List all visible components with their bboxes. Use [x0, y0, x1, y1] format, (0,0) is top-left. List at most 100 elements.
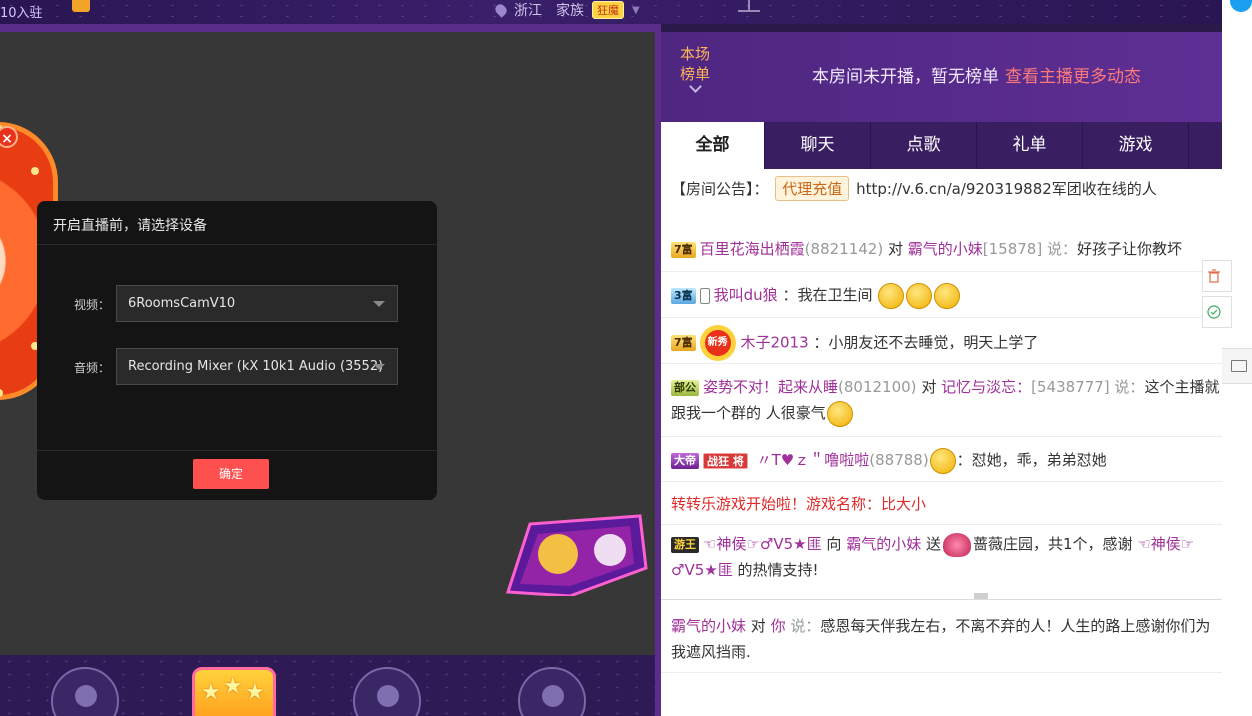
emperor-badge: 大帝: [671, 452, 699, 469]
sends-text: 送: [925, 535, 941, 553]
chat-tabs: 全部 聊天 点歌 礼单 游戏: [661, 122, 1222, 169]
message-divider: [661, 271, 1222, 272]
target-name[interactable]: 你: [771, 617, 786, 635]
mic-seats-bar: ★ ★ ★: [0, 655, 655, 716]
game-king-badge: 游王: [671, 536, 699, 553]
rank-message: 本房间未开播，暂无榜单 查看主播更多动态: [812, 62, 1141, 87]
folder-icon: [1231, 360, 1247, 372]
message-text: ：我在卫生间: [782, 286, 873, 304]
tab-gift-list[interactable]: 礼单: [977, 122, 1083, 169]
video-device-value: 6RoomsCamV10: [128, 296, 236, 311]
message-divider: [661, 436, 1222, 437]
battle-badge: 战狂 将: [703, 452, 748, 469]
tab-games[interactable]: 游戏: [1083, 122, 1189, 169]
folder-button[interactable]: [1222, 348, 1252, 384]
antenna-icon: [738, 0, 760, 12]
avatar-icon: [377, 685, 399, 707]
user-name[interactable]: 姿势不对！起来从睡: [703, 378, 838, 396]
says-text: 说：: [1114, 378, 1145, 396]
star-icon: ★: [245, 680, 265, 705]
to-text: 对: [887, 240, 903, 258]
avatar-icon: [542, 685, 564, 707]
side-toolbar: [1202, 0, 1252, 716]
newbie-badge-icon: 新秀: [699, 325, 736, 361]
gift-text: 蔷薇庄园，共1个，感谢: [973, 535, 1133, 553]
wheel-light-icon: [31, 167, 39, 175]
user-id: (8821142): [804, 240, 884, 258]
chat-message: 7富 新秀 木子2013 ：小朋友还不去睡觉，明天上学了: [671, 325, 1222, 361]
audio-label: 音频：: [74, 361, 111, 375]
to-text: 对: [921, 378, 937, 396]
grin-emoji-icon: [826, 400, 853, 427]
target-id: [5438777]: [1031, 378, 1110, 396]
audio-device-row: 音频： Recording Mixer (kX 10k1 Audio (3552…: [37, 348, 437, 385]
battle-badge-text: 战狂: [707, 454, 729, 468]
rank-label[interactable]: 本场 榜单: [680, 44, 710, 84]
top-bar: 10入驻 浙江 家族 狂魔 ▼: [0, 0, 1222, 24]
star-rating-widget[interactable]: ★ ★ ★: [192, 667, 276, 716]
target-name[interactable]: 霸气的小妹: [908, 240, 983, 258]
audio-device-select[interactable]: Recording Mixer (kX 10k1 Audio (3552): [116, 348, 398, 385]
notice-tag[interactable]: 代理充值: [775, 176, 850, 201]
message-divider: [661, 363, 1222, 364]
host-more-link[interactable]: 查看主播更多动态: [1005, 67, 1141, 87]
room-notice: 【房间公告】： 代理充值 http://v.6.cn/a/920319882军团…: [671, 176, 1222, 201]
user-name[interactable]: 霸气的小妹: [671, 617, 746, 635]
tab-all[interactable]: 全部: [661, 122, 765, 169]
chat-message: 部公 姿势不对！起来从睡(8012100) 对 记忆与淡忘：[5438777] 说…: [671, 374, 1222, 427]
thinking-emoji-icon: [934, 282, 961, 309]
message-divider: [661, 524, 1222, 525]
location-family-info[interactable]: 浙江 家族 狂魔 ▼: [493, 0, 640, 20]
thinking-emoji-icon: [929, 447, 956, 474]
video-player-area: × 开启直播前，请选择设备 视频： 6RoomsCamV10 音频： Recor…: [0, 32, 655, 655]
audio-device-value: Recording Mixer (kX 10k1 Audio (3552): [128, 359, 384, 374]
user-name[interactable]: 木子2013: [740, 334, 808, 352]
user-name[interactable]: ☜神侯☞♂V5★匪: [703, 535, 822, 553]
family-badge: 狂魔: [592, 1, 624, 19]
system-message: 转转乐游戏开始啦！游戏名称：比大小: [671, 495, 927, 513]
says-text: 说：: [1046, 240, 1077, 258]
user-name[interactable]: 〃T♥ｚ＂噜啦啦: [757, 451, 870, 469]
chevron-down-icon: [373, 301, 385, 307]
target-name[interactable]: 霸气的小妹: [846, 535, 921, 553]
official-badge: 部公: [671, 379, 699, 396]
dance-show-logo[interactable]: [500, 514, 650, 596]
section-divider: [661, 599, 1222, 600]
tab-chat[interactable]: 聊天: [765, 122, 871, 169]
dialog-title: 开启直播前，请选择设备: [37, 201, 437, 245]
video-label: 视频：: [74, 298, 111, 312]
confirm-button[interactable]: 确定: [193, 459, 269, 489]
family-label: 家族: [556, 3, 584, 19]
video-device-select[interactable]: 6RoomsCamV10: [116, 285, 398, 322]
trash-icon: [1208, 269, 1220, 283]
user-name[interactable]: 百里花海出栖霞: [700, 240, 805, 258]
gift-message: 游王 ☜神侯☞♂V5★匪 向 霸气的小妹 送蔷薇庄园，共1个，感谢 ☜神侯☞♂V5…: [671, 531, 1222, 583]
browser-extension-icon[interactable]: [1230, 0, 1252, 12]
notice-prefix: 【房间公告】：: [671, 180, 769, 198]
confirm-check-button[interactable]: [1202, 296, 1232, 328]
check-circle-icon: [1207, 305, 1221, 319]
chevron-down-icon[interactable]: ▼: [632, 5, 640, 16]
wealth-badge: 7富: [671, 335, 696, 351]
tab-song-request[interactable]: 点歌: [871, 122, 977, 169]
level-text: 10入驻: [0, 6, 43, 21]
target-name[interactable]: 记忆与淡忘：: [941, 378, 1031, 396]
video-device-row: 视频： 6RoomsCamV10: [37, 285, 437, 322]
target-id: [15878]: [982, 240, 1043, 258]
chat-message: 大帝 战狂 将 〃T♥ｚ＂噜啦啦(88788) ：怼她，乖，弟弟怼她: [671, 447, 1222, 474]
thinking-emoji-icon: [878, 282, 905, 309]
notice-text[interactable]: http://v.6.cn/a/920319882军团收在线的人: [856, 180, 1157, 198]
to-text: 对: [750, 617, 766, 635]
delete-button[interactable]: [1202, 260, 1232, 292]
message-divider: [661, 672, 1222, 673]
user-name[interactable]: 我叫du狼: [714, 286, 778, 304]
location-pin-icon: [493, 2, 509, 18]
phone-icon: [699, 287, 710, 304]
chevron-down-icon: [373, 364, 385, 370]
rank-label-line1: 本场: [680, 45, 711, 63]
chat-message: 3富 我叫du狼 ：我在卫生间: [671, 282, 1222, 309]
battle-badge-rank: 将: [732, 454, 744, 468]
wealth-badge: 3富: [671, 287, 696, 304]
video-top-border: [0, 24, 661, 32]
star-icon: ★: [201, 680, 221, 705]
